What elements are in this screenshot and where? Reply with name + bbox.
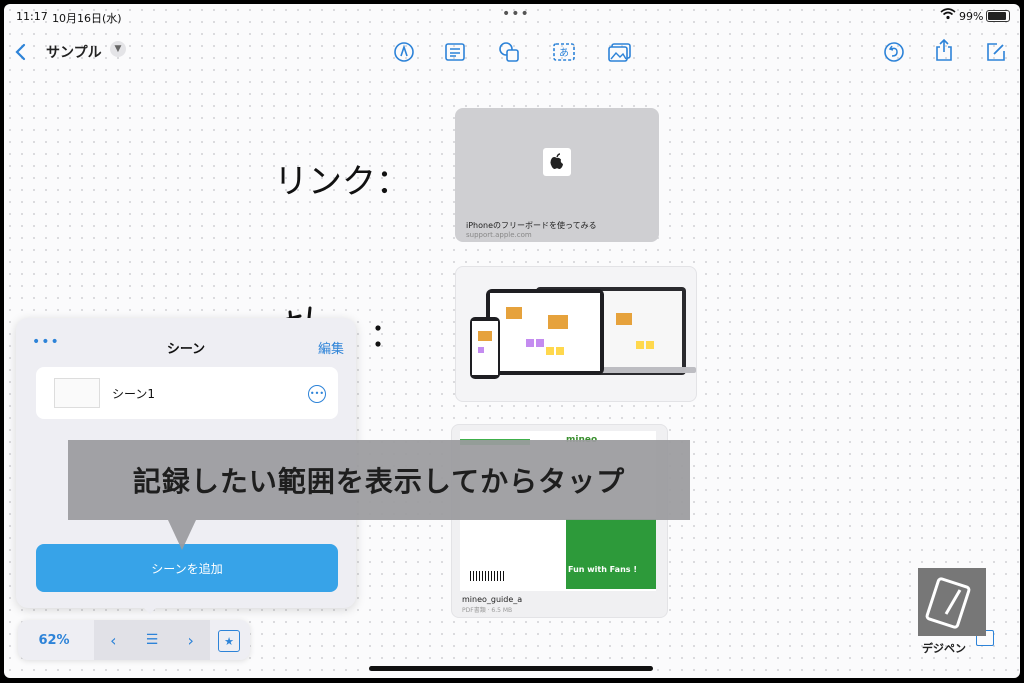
instruction-banner: 記録したい範囲を表示してからタップ bbox=[68, 440, 690, 520]
undo-icon bbox=[884, 42, 904, 62]
star-icon: ★ bbox=[224, 634, 234, 648]
previous-scene-button[interactable]: ‹ bbox=[94, 620, 133, 660]
pen-tool-button[interactable] bbox=[390, 38, 418, 66]
pdf-poster-text: Fun with Fans ! bbox=[568, 565, 637, 574]
text-icon: あ bbox=[553, 43, 575, 61]
share-button[interactable] bbox=[930, 36, 958, 64]
scene-navigation: ‹ ☰ › bbox=[94, 620, 210, 660]
freeform-screen: 11:17 10月16日(水) ••• 99% サンプル ▼ あ リンク： iP… bbox=[4, 4, 1020, 678]
device-frame: 11:17 10月16日(水) ••• 99% サンプル ▼ あ リンク： iP… bbox=[0, 0, 1024, 683]
handwriting-link-label[interactable]: リンク： bbox=[274, 154, 410, 203]
compose-button[interactable] bbox=[982, 38, 1010, 66]
pen-icon bbox=[394, 42, 414, 62]
chevron-right-icon: › bbox=[187, 630, 194, 650]
site-logo bbox=[918, 568, 986, 636]
tablet-pen-icon bbox=[925, 577, 971, 629]
ellipsis-icon: ••• bbox=[309, 389, 325, 398]
pdf-file-meta: PDF書類 · 6.5 MB bbox=[462, 607, 513, 614]
compose-icon bbox=[987, 43, 1005, 61]
instruction-pointer bbox=[168, 520, 196, 550]
textbox-icon bbox=[445, 43, 465, 61]
board-title[interactable]: サンプル bbox=[46, 42, 102, 62]
popover-arrow bbox=[142, 606, 158, 614]
wifi-icon bbox=[940, 8, 956, 20]
media-icon bbox=[608, 43, 631, 62]
textbox-tool-button[interactable] bbox=[441, 38, 469, 66]
status-time: 11:17 bbox=[16, 10, 48, 23]
status-bar: 11:17 10月16日(水) ••• 99% bbox=[4, 4, 1020, 28]
shapes-tool-button[interactable] bbox=[495, 38, 523, 66]
title-menu-button[interactable]: ▼ bbox=[110, 41, 126, 57]
multitasking-dots[interactable]: ••• bbox=[502, 6, 530, 22]
share-icon bbox=[936, 38, 952, 61]
back-button[interactable] bbox=[6, 38, 34, 66]
add-scene-button[interactable]: シーンを追加 bbox=[36, 544, 338, 592]
scene-list-button[interactable]: ☰ bbox=[133, 620, 172, 660]
bottom-toolbar: 62% ‹ ☰ › ★ bbox=[18, 620, 250, 660]
barcode bbox=[470, 571, 504, 581]
add-to-favorites-button[interactable]: ★ bbox=[218, 630, 240, 652]
scene-thumbnail bbox=[54, 378, 100, 408]
instruction-text: 記録したい範囲を表示してからタップ bbox=[132, 465, 626, 498]
link-card-url: support.apple.com bbox=[466, 231, 532, 239]
devices-illustration-image bbox=[470, 287, 696, 379]
home-indicator[interactable] bbox=[369, 666, 653, 671]
next-scene-button[interactable]: › bbox=[171, 620, 210, 660]
scenes-title: シーン bbox=[166, 342, 206, 357]
apple-logo-icon bbox=[543, 148, 571, 176]
status-date: 10月16日(水) bbox=[52, 12, 122, 25]
svg-text:あ: あ bbox=[559, 47, 569, 59]
image-card[interactable] bbox=[455, 266, 697, 402]
chevron-left-icon: ‹ bbox=[110, 630, 117, 650]
site-logo-text: デジペン bbox=[922, 642, 966, 655]
battery-percent: 99% bbox=[959, 10, 984, 23]
zoom-level-button[interactable]: 62% bbox=[18, 620, 90, 660]
pdf-file-name: mineo_guide_a bbox=[462, 595, 523, 604]
chevron-left-icon bbox=[15, 43, 26, 61]
list-icon: ☰ bbox=[145, 632, 159, 648]
chevron-down-icon: ▼ bbox=[114, 44, 122, 54]
scene-item[interactable]: シーン1 ••• bbox=[36, 367, 338, 419]
media-tool-button[interactable] bbox=[606, 38, 634, 66]
link-card[interactable]: iPhoneのフリーボードを使ってみる support.apple.com bbox=[455, 108, 659, 242]
undo-button[interactable] bbox=[880, 38, 908, 66]
battery-icon bbox=[986, 10, 1010, 22]
scene-options-button[interactable]: ••• bbox=[308, 385, 326, 403]
scene-name: シーン1 bbox=[112, 387, 156, 401]
text-tool-button[interactable]: あ bbox=[550, 38, 578, 66]
pdf-poster bbox=[566, 519, 656, 589]
top-toolbar: サンプル ▼ あ bbox=[4, 32, 1020, 72]
link-card-title: iPhoneのフリーボードを使ってみる bbox=[466, 221, 597, 230]
scenes-edit-button[interactable]: 編集 bbox=[318, 338, 344, 357]
shapes-icon bbox=[499, 42, 519, 62]
